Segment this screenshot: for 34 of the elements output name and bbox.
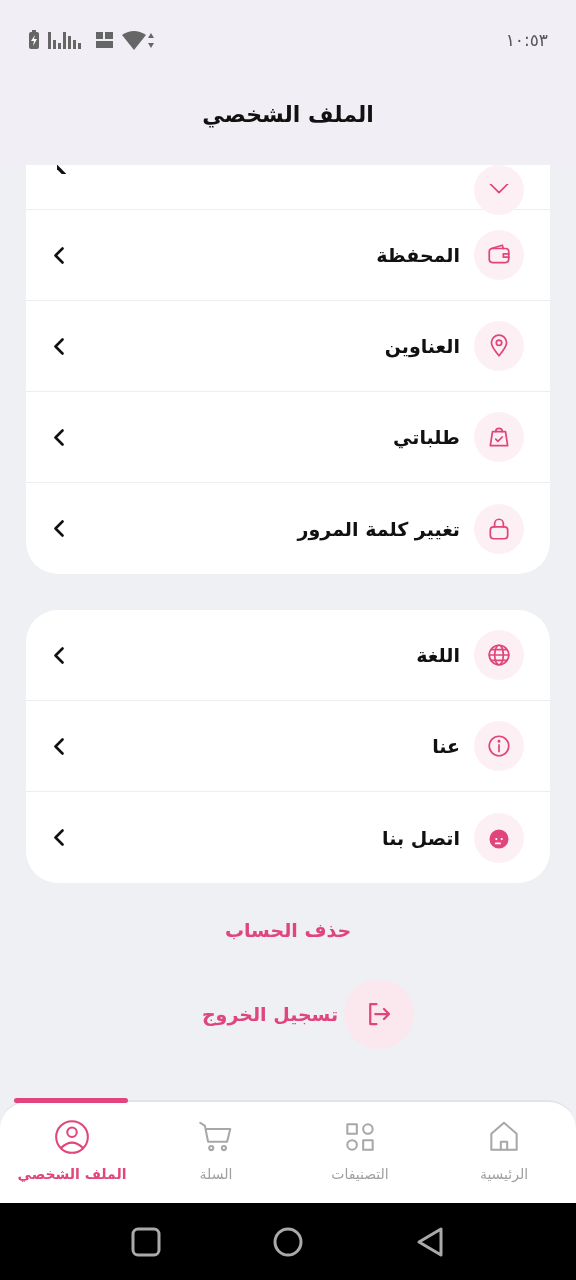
tab-label: الملف الشخصي [17, 1166, 127, 1182]
menu-item[interactable]: اللغة [26, 610, 550, 701]
back-icon[interactable] [415, 1225, 445, 1258]
menu-item[interactable]: عنا [26, 701, 550, 792]
tab-label: الرئيسية [479, 1166, 529, 1182]
menu-item-icon [474, 503, 524, 554]
menu-item-label: طلباتي [393, 426, 460, 448]
nav-tab[interactable]: الملف الشخصي [0, 1102, 144, 1203]
menu-item-label: اللغة [416, 644, 460, 666]
wifi-icon [122, 30, 156, 50]
menu-item-label: اتصل بنا [382, 826, 460, 849]
battery-icon [28, 30, 40, 50]
menu-item-icon [474, 721, 524, 771]
menu-item-icon [474, 812, 524, 863]
menu-item[interactable]: العناوين [26, 301, 550, 392]
menu-item-label: العناوين [384, 335, 460, 357]
menu-item[interactable]: تغيير كلمة المرور [26, 483, 550, 574]
recent-apps-icon[interactable] [131, 1226, 161, 1257]
status-time: ١٠:٥٣ [505, 30, 548, 50]
tab-label: السلة [199, 1166, 233, 1182]
tab-label: التصنيفات [331, 1166, 389, 1182]
menu-item-icon [474, 321, 524, 371]
menu-item[interactable]: المحفظة [26, 210, 550, 301]
menu-item-icon [474, 630, 524, 680]
menu-item-icon [474, 230, 524, 280]
menu-item[interactable]: اتصل بنا [26, 792, 550, 883]
menu-item-icon [474, 412, 524, 462]
menu-item[interactable]: طلباتي [26, 392, 550, 483]
page-title: الملف الشخصي [202, 102, 374, 127]
menu-item-label: المحفظة [376, 244, 460, 266]
home-icon[interactable] [273, 1226, 303, 1257]
menu-item-label: تغيير كلمة المرور [297, 517, 460, 540]
tab-icon [53, 1118, 91, 1156]
menu-item-label: عنا [432, 735, 460, 757]
